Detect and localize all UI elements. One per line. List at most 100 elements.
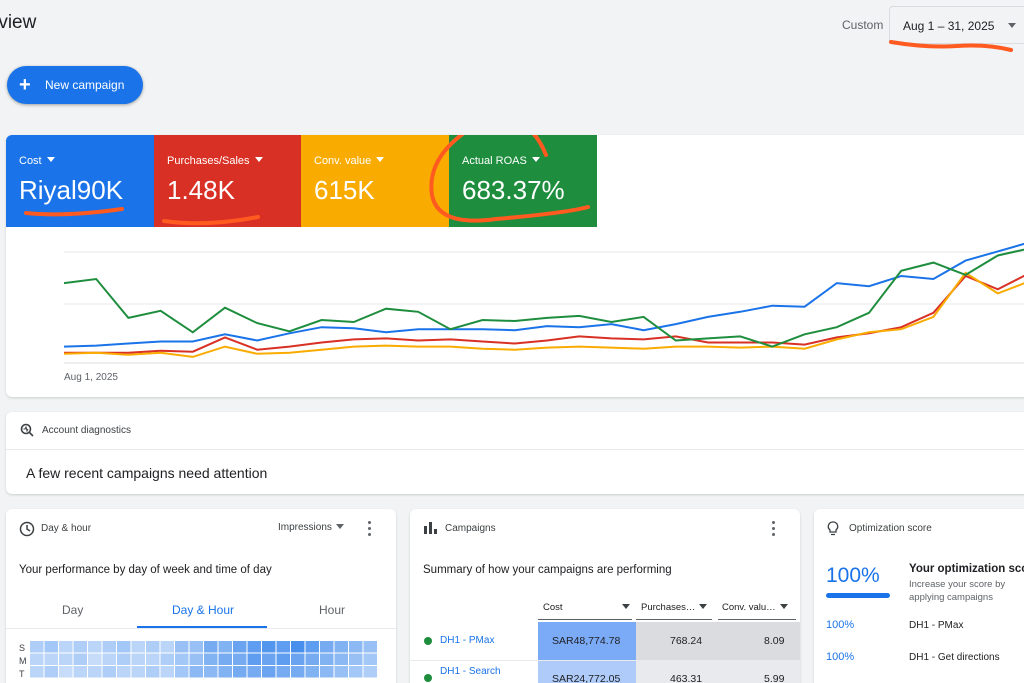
heatmap-cell [88,641,102,653]
heatmap-cell [363,653,377,665]
column-underline [718,619,796,620]
heatmap-cell [233,653,247,665]
diagnostics-header: Account diagnostics [6,412,1024,450]
heatmap-cell [218,641,232,653]
day-hour-title: Day & hour [41,523,92,534]
heatmap-cell [334,666,348,678]
campaign-score[interactable]: 100% [826,619,854,631]
new-campaign-button[interactable]: + New campaign [7,66,143,104]
heatmap-cell [276,653,290,665]
heatmap-cell [73,641,87,653]
campaign-name[interactable]: DH1 - Get directions [909,652,1000,663]
day-label: S [19,643,26,653]
heatmap-cell [88,666,102,678]
metric-dropdown[interactable]: Impressions [278,522,344,533]
heatmap-cell [30,641,44,653]
heatmap-cell [175,666,189,678]
tab-day-and-hour[interactable]: Day & Hour [172,603,234,617]
heatmap-cell [276,641,290,653]
purchases-value: 768.24 [670,635,703,647]
heatmap-cell [73,653,87,665]
column-header-cost[interactable]: Cost [543,602,563,613]
optimization-score-bar [826,593,890,598]
diagnostics-title: Account diagnostics [42,425,131,436]
heatmap-cell [131,653,145,665]
day-label: M [19,656,27,666]
campaigns-subtitle: Summary of how your campaigns are perfor… [423,564,672,576]
optimization-title: Optimization score [849,523,932,534]
cost-value: SAR24,772.05 [552,673,621,683]
optimization-description: Increase your score by applying campaign… [909,579,1006,603]
column-label: Purchases… [641,602,696,613]
clock-icon [19,521,35,537]
heatmap-cell [189,653,203,665]
caret-down-icon [779,604,788,609]
heatmap-cell [349,666,363,678]
diagnostics-message: A few recent campaigns need attention [26,465,268,481]
conv-value: 5.99 [764,673,785,683]
new-campaign-label: New campaign [45,78,125,92]
heatmap-cell [44,653,58,665]
heatmap-cell [59,653,73,665]
status-dot-icon [424,637,432,645]
active-tab-indicator [137,626,267,628]
campaign-name[interactable]: DH1 - PMax [909,620,963,631]
heatmap-cell [349,641,363,653]
account-diagnostics-card[interactable]: Account diagnostics A few recent campaig… [6,412,1024,494]
heatmap-cell [131,641,145,653]
tab-hour[interactable]: Hour [319,603,345,617]
caret-down-icon [618,602,630,613]
heatmap-cell [305,653,319,665]
heatmap-cell [44,666,58,678]
heatmap-cell [320,653,334,665]
heatmap-cell [305,666,319,678]
heatmap-cell [233,666,247,678]
heatmap-cell [262,653,276,665]
column-header-purchases[interactable]: Purchases… [641,602,708,613]
heatmap-cell [189,641,203,653]
heatmap-cell [204,666,218,678]
page-title: rview [0,12,37,33]
heatmap-cell [189,666,203,678]
cost-value: SAR48,774.78 [552,635,621,647]
day-hour-header: Day & hour Impressions [6,509,396,549]
heatmap-cell [30,653,44,665]
heatmap-cell [131,666,145,678]
conv-value: 8.09 [764,635,785,647]
lightbulb-icon [827,521,839,536]
campaigns-header: Campaigns [410,509,800,549]
plus-icon: + [19,74,31,96]
column-underline [636,619,712,620]
heatmap-cell [291,653,305,665]
caret-down-icon [335,524,344,529]
column-label: Cost [543,602,563,613]
column-underline [538,619,632,620]
heatmap-cell [363,666,377,678]
heatmap-cell [334,653,348,665]
column-header-conv-value[interactable]: Conv. valu… [722,602,788,613]
campaigns-card: Campaigns Summary of how your campaigns … [410,509,800,683]
heatmap-cell [117,653,131,665]
heatmap-cell [320,666,334,678]
heatmap-cell [276,666,290,678]
heatmap-cell [160,653,174,665]
more-vert-icon[interactable] [368,521,372,537]
heatmap-cell [102,641,116,653]
bar-chart-icon [424,522,437,534]
campaign-link[interactable]: DH1 - PMax [440,635,494,646]
campaign-score[interactable]: 100% [826,651,854,663]
heatmap-cell [320,641,334,653]
status-dot-icon [424,674,432,682]
performance-card: Cost Riyal90K Purchases/Sales 1.48K Conv… [6,135,1024,397]
tab-day[interactable]: Day [62,603,83,617]
more-vert-icon[interactable] [772,521,776,537]
campaign-link[interactable]: DH1 - Search [440,666,501,677]
heatmap-cell [102,666,116,678]
heatmap-cell [247,641,261,653]
purchases-value: 463.31 [670,673,703,683]
magnify-diagnostics-icon [20,423,34,437]
heatmap-cell [146,666,160,678]
heatmap-cell [30,666,44,678]
heatmap-cell [175,641,189,653]
x-axis-start-label: Aug 1, 2025 [64,372,118,383]
